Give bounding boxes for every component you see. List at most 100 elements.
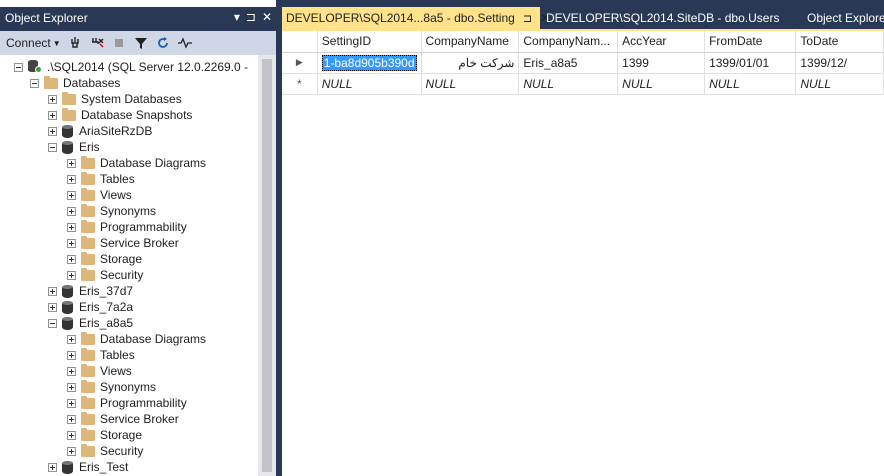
close-icon[interactable]: ✕ [262,10,272,24]
tree-item[interactable]: Database Snapshots [48,107,192,123]
column-header[interactable]: CompanyName [421,31,520,53]
expand-icon[interactable] [67,174,76,184]
tree-item[interactable]: Databases [30,75,120,91]
tree-item[interactable]: AriaSiteRzDB [48,123,152,139]
column-header[interactable]: CompanyNam... [518,31,619,53]
expand-icon[interactable] [67,254,76,264]
tree-scrollbar-thumb[interactable] [262,59,272,472]
expand-icon[interactable] [48,110,57,120]
table-cell[interactable]: 1399/12/ [795,52,884,74]
stop-icon[interactable] [111,35,127,51]
tree-scrollbar[interactable] [258,55,276,476]
table-cell[interactable]: 1-ba8d905b390d [317,52,422,74]
selected-cell-value[interactable]: 1-ba8d905b390d [321,54,417,71]
table-cell[interactable]: 1399 [617,52,706,74]
collapse-icon[interactable] [48,318,57,328]
pin-icon[interactable]: ⊐ [246,10,256,24]
table-cell[interactable]: NULL [421,73,520,95]
tree-item[interactable]: Views [67,187,132,203]
expand-icon[interactable] [67,222,76,232]
tree-item-label: Database Diagrams [100,332,207,346]
tree-item-label: Tables [100,348,135,362]
refresh-icon[interactable] [155,35,171,51]
tree-item[interactable]: Eris [48,139,100,155]
tree-item[interactable]: Security [67,443,143,459]
window-position-dropdown-icon[interactable]: ▾ [234,10,240,24]
column-header[interactable]: FromDate [704,31,797,53]
expand-icon[interactable] [67,334,76,344]
folder-icon [81,219,95,233]
table-cell[interactable]: NULL [704,73,797,95]
table-row[interactable]: ▶ 1-ba8d905b390d شرکت خام Eris_a8a5 1399… [282,52,884,74]
tree-item[interactable]: .\SQL2014 (SQL Server 12.0.2269.0 - [14,59,248,75]
disconnect-icon[interactable] [89,35,105,51]
tree-item[interactable]: Synonyms [67,203,156,219]
tree-item[interactable]: Storage [67,427,142,443]
activity-icon[interactable] [177,35,193,51]
expand-icon[interactable] [67,414,76,424]
tree-item-label: Synonyms [100,380,157,394]
expand-icon[interactable] [48,462,57,472]
expand-icon[interactable] [67,270,76,280]
tree-item-label: Views [100,364,132,378]
column-header[interactable]: AccYear [617,31,706,53]
tab-dbo-setting[interactable]: DEVELOPER\SQL2014...8a5 - dbo.Setting ⊐ … [282,7,550,29]
expand-icon[interactable] [67,398,76,408]
expand-icon[interactable] [67,382,76,392]
table-cell[interactable]: شرکت خام [421,52,520,74]
row-header-corner[interactable] [282,31,318,53]
expand-icon[interactable] [67,366,76,376]
tree-item[interactable]: Eris_Test [48,459,128,475]
expand-icon[interactable] [67,430,76,440]
tree-item[interactable]: Synonyms [67,379,156,395]
tree-item[interactable]: Programmability [67,395,187,411]
expand-icon[interactable] [67,158,76,168]
tree-item[interactable]: Eris_37d7 [48,283,133,299]
table-cell[interactable]: NULL [795,73,884,95]
expand-icon[interactable] [48,286,57,296]
expand-icon[interactable] [67,446,76,456]
tree-item[interactable]: Tables [67,171,135,187]
expand-icon[interactable] [67,238,76,248]
column-header[interactable]: SettingID [317,31,422,53]
column-header[interactable]: ToDate [795,31,884,53]
collapse-icon[interactable] [30,78,39,88]
table-cell[interactable]: NULL [617,73,706,95]
expand-icon[interactable] [67,206,76,216]
tree-item[interactable]: Database Diagrams [67,155,206,171]
folder-icon [81,155,95,169]
document-tab-strip: DEVELOPER\SQL2014...8a5 - dbo.Setting ⊐ … [282,7,884,29]
filter-icon[interactable] [133,35,149,51]
tree-item[interactable]: Programmability [67,219,187,235]
table-row-new[interactable]: * NULL NULL NULL NULL NULL NULL [282,73,884,95]
tree-item[interactable]: Views [67,363,132,379]
current-row-indicator-icon[interactable]: ▶ [282,52,318,74]
tree-item[interactable]: Database Diagrams [67,331,206,347]
pin-icon[interactable]: ⊐ [523,12,532,25]
table-cell[interactable]: NULL [518,73,619,95]
tree-item[interactable]: Service Broker [67,235,179,251]
tree-item[interactable]: Security [67,267,143,283]
tree-item[interactable]: System Databases [48,91,182,107]
expand-icon[interactable] [48,126,57,136]
connect-icon[interactable] [67,35,83,51]
table-cell[interactable]: NULL [317,73,422,95]
table-cell[interactable]: Eris_a8a5 [518,52,619,74]
tab-dbo-users[interactable]: DEVELOPER\SQL2014.SiteDB - dbo.Users [546,7,779,29]
collapse-icon[interactable] [14,62,23,72]
tree-item-label: Security [100,268,144,282]
tree-item[interactable]: Storage [67,251,142,267]
tree-item[interactable]: Tables [67,347,135,363]
collapse-icon[interactable] [48,142,57,152]
expand-icon[interactable] [67,190,76,200]
connect-button[interactable]: Connect ▼ [6,36,61,50]
tab-object-explorer[interactable]: Object Explorer [807,7,884,29]
expand-icon[interactable] [67,350,76,360]
expand-icon[interactable] [48,302,57,312]
tree-item[interactable]: Service Broker [67,411,179,427]
new-row-indicator-icon[interactable]: * [282,73,318,95]
expand-icon[interactable] [48,94,57,104]
table-cell[interactable]: 1399/01/01 [704,52,797,74]
tree-item[interactable]: Eris_7a2a [48,299,133,315]
tree-item[interactable]: Eris_a8a5 [48,315,133,331]
